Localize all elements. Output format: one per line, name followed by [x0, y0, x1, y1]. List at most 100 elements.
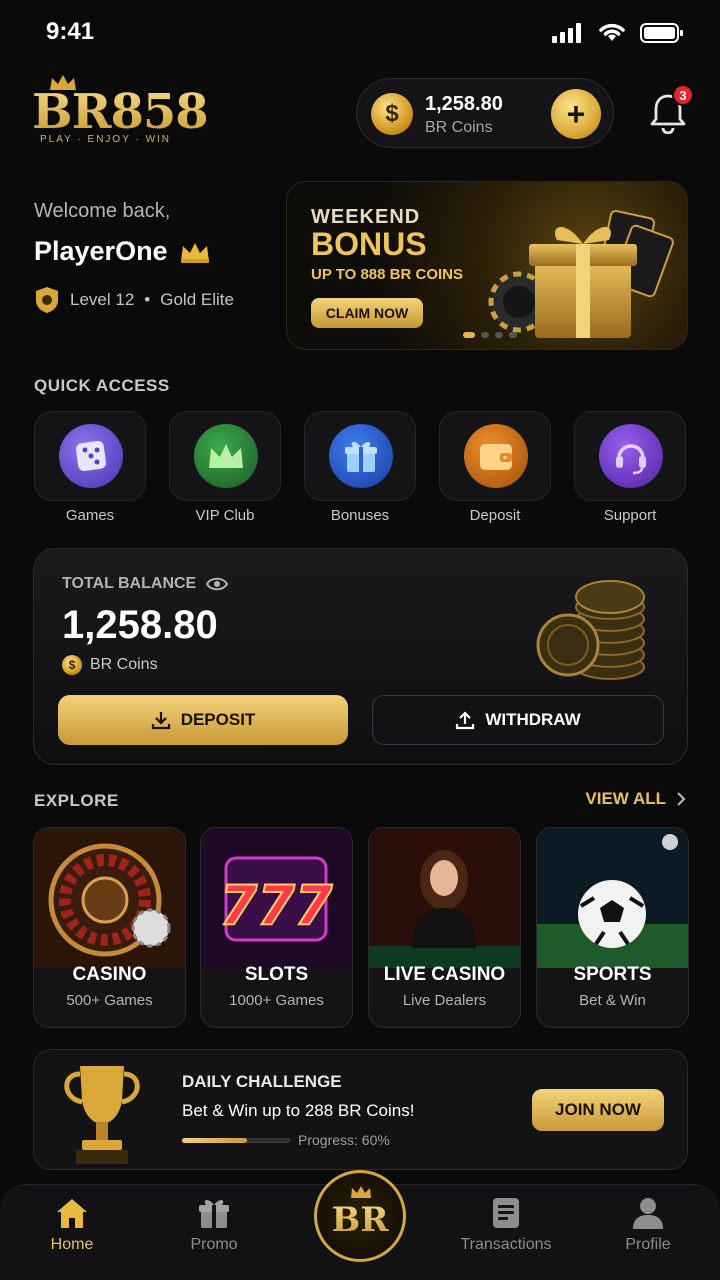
balance-amount: 1,258.80: [62, 603, 218, 647]
deposit-button[interactable]: DEPOSIT: [58, 695, 348, 745]
balance-card: TOTAL BALANCE 1,258.80 $ BR Coins DEPOSI…: [33, 548, 688, 765]
nav-center-br-button[interactable]: BR: [314, 1170, 406, 1262]
explore-card-casino[interactable]: CASINO 500+ Games: [33, 827, 186, 1028]
nav-center-label: BR: [331, 1200, 389, 1240]
deposit-orb: [464, 424, 528, 488]
daily-challenge-card[interactable]: DAILY CHALLENGE Bet & Win up to 288 BR C…: [33, 1049, 688, 1170]
soccer-illustration: [537, 828, 688, 968]
upload-icon: [456, 711, 475, 730]
brand-logo[interactable]: BR858 PLAY · ENJOY · WIN: [32, 72, 209, 152]
promo-banner[interactable]: WEEKEND BONUS UP TO 888 BR COINS CLAIM N…: [286, 181, 688, 350]
level-separator: •: [144, 290, 151, 309]
quick-access-label-deposit: Deposit: [469, 507, 521, 524]
explore-card-live-casino[interactable]: LIVE CASINO Live Dealers: [368, 827, 521, 1028]
chevron-right-icon: [677, 792, 686, 806]
view-all-link[interactable]: VIEW ALL: [585, 789, 686, 809]
support-orb: [599, 424, 663, 488]
challenge-subtitle: Bet & Win up to 288 BR Coins!: [182, 1101, 415, 1120]
home-icon: [57, 1199, 87, 1228]
explore-card-slots[interactable]: 777 SLOTS 1000+ Games: [200, 827, 353, 1028]
banner-pagination[interactable]: [463, 332, 517, 338]
svg-text:777: 777: [220, 874, 333, 937]
slots-illustration: 777: [201, 828, 352, 968]
nav-profile-label: Profile: [625, 1236, 671, 1253]
pagination-dot[interactable]: [509, 332, 517, 338]
card-title: SLOTS: [244, 964, 309, 985]
card-subtitle: 1000+ Games: [229, 992, 324, 1009]
pagination-dot[interactable]: [495, 332, 503, 338]
trophy-icon: [64, 1066, 140, 1164]
crown-icon: [209, 444, 243, 468]
withdraw-button[interactable]: WITHDRAW: [372, 695, 664, 745]
card-title: CASINO: [72, 964, 147, 985]
vip-orb: [194, 424, 258, 488]
quick-access-support[interactable]: [574, 411, 686, 501]
quick-access-bonuses[interactable]: [304, 411, 416, 501]
balance-unit-row: $ BR Coins: [62, 655, 158, 675]
wallet-icon: [480, 444, 512, 470]
nav-home[interactable]: Home: [22, 1196, 122, 1254]
card-title: SPORTS: [573, 964, 652, 985]
quick-access-deposit[interactable]: [439, 411, 551, 501]
quick-access-label-vip: VIP Club: [195, 507, 255, 524]
card-subtitle: 500+ Games: [66, 992, 153, 1009]
join-now-button[interactable]: JOIN NOW: [532, 1089, 664, 1131]
player-name: PlayerOne: [34, 236, 168, 266]
nav-promo[interactable]: Promo: [164, 1196, 264, 1254]
gift-icon: [199, 1200, 229, 1228]
wifi-icon: [599, 23, 625, 41]
balance-title-row: TOTAL BALANCE: [62, 575, 229, 593]
nav-profile[interactable]: Profile: [598, 1196, 698, 1254]
card-subtitle: Live Dealers: [402, 992, 487, 1009]
headset-icon: [616, 444, 646, 475]
quick-access-games[interactable]: [34, 411, 146, 501]
wallet-label: BR Coins: [425, 119, 493, 136]
pagination-dot[interactable]: [481, 332, 489, 338]
claim-now-button[interactable]: CLAIM NOW: [311, 298, 423, 328]
challenge-progress-label: Progress: 60%: [298, 1132, 390, 1148]
brand-name: BR858: [32, 84, 209, 140]
view-all-label: VIEW ALL: [585, 789, 666, 808]
crown-icon: [180, 242, 209, 263]
eye-icon[interactable]: [206, 576, 229, 592]
bonuses-orb: [329, 424, 393, 488]
deposit-label: DEPOSIT: [180, 710, 256, 729]
wallet-pill[interactable]: $ 1,258.80 BR Coins +: [356, 78, 614, 148]
player-name-row: PlayerOne: [34, 236, 212, 267]
live-dealer-illustration: [369, 828, 520, 968]
document-icon: [493, 1198, 519, 1228]
balance-unit: BR Coins: [90, 656, 158, 673]
user-icon: [633, 1198, 663, 1229]
player-level-row: Level 12 • Gold Elite: [34, 286, 234, 314]
games-orb: [59, 424, 123, 488]
explore-card-sports[interactable]: SPORTS Bet & Win: [536, 827, 689, 1028]
status-time: 9:41: [46, 18, 95, 45]
challenge-progress-fill: [182, 1138, 247, 1143]
explore-title: EXPLORE: [34, 791, 119, 810]
nav-promo-label: Promo: [190, 1236, 238, 1253]
nav-transactions[interactable]: Transactions: [456, 1196, 556, 1254]
brand-tagline: PLAY · ENJOY · WIN: [40, 134, 172, 145]
gift-icon: [345, 442, 377, 472]
wallet-amount: 1,258.80: [425, 93, 503, 115]
crown-icon: [351, 1186, 371, 1198]
challenge-title: DAILY CHALLENGE: [182, 1072, 342, 1091]
quick-access-label-bonuses: Bonuses: [330, 507, 390, 524]
notification-badge: 3: [672, 84, 694, 106]
nav-transactions-label: Transactions: [460, 1236, 552, 1253]
quick-access-vip[interactable]: [169, 411, 281, 501]
signal-icon: [552, 23, 581, 43]
gift-box-illustration: [488, 210, 674, 338]
coin-icon: $: [62, 655, 82, 675]
pagination-dot[interactable]: [463, 332, 475, 338]
download-icon: [151, 712, 170, 730]
coin-stack-illustration: [536, 580, 645, 680]
balance-title: TOTAL BALANCE: [62, 575, 197, 592]
quick-access-label-games: Games: [65, 507, 115, 524]
add-coins-button[interactable]: +: [551, 89, 601, 139]
banner-line2: BONUS: [311, 226, 427, 262]
player-level: Level 12: [70, 290, 135, 309]
status-bar: 9:41: [0, 0, 720, 70]
welcome-greeting: Welcome back,: [34, 200, 171, 222]
notifications-button[interactable]: 3: [648, 84, 694, 136]
